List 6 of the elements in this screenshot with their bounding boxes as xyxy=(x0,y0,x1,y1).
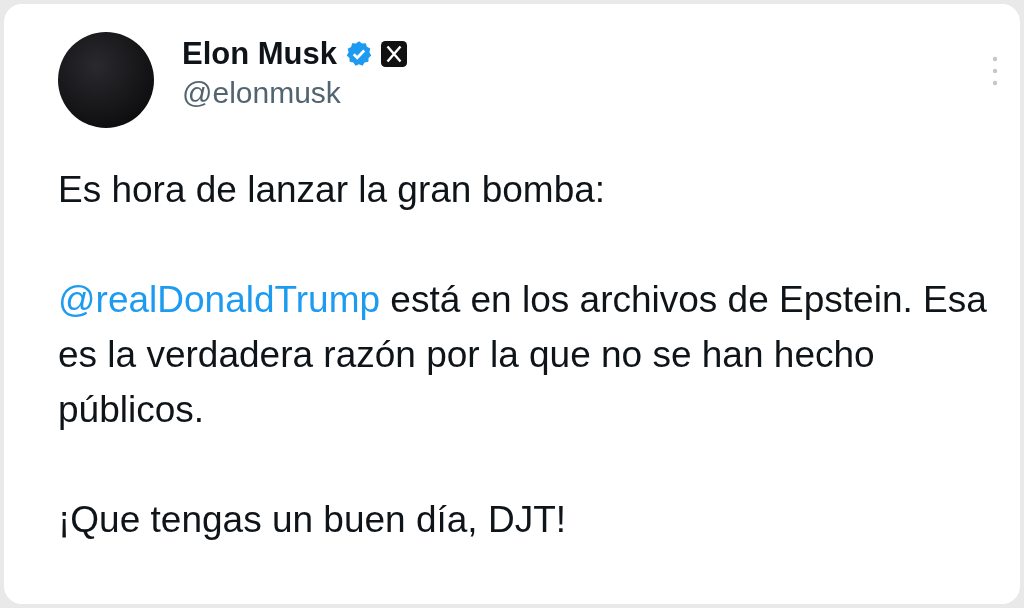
tweet-text: ¡Que tengas un buen día, DJT! xyxy=(58,498,568,542)
x-logo-icon xyxy=(381,41,407,67)
tweet-text: Es hora de lanzar la gran bomba: xyxy=(58,168,607,212)
author-handle[interactable]: @elonmusk xyxy=(182,76,407,110)
tweet-text: @realDonaldTrump está en los archivos de Epstein. Esa es la verdadera razón por la que no se han hecho públicos. xyxy=(58,278,988,432)
author-name[interactable]: Elon Musk xyxy=(182,36,337,72)
